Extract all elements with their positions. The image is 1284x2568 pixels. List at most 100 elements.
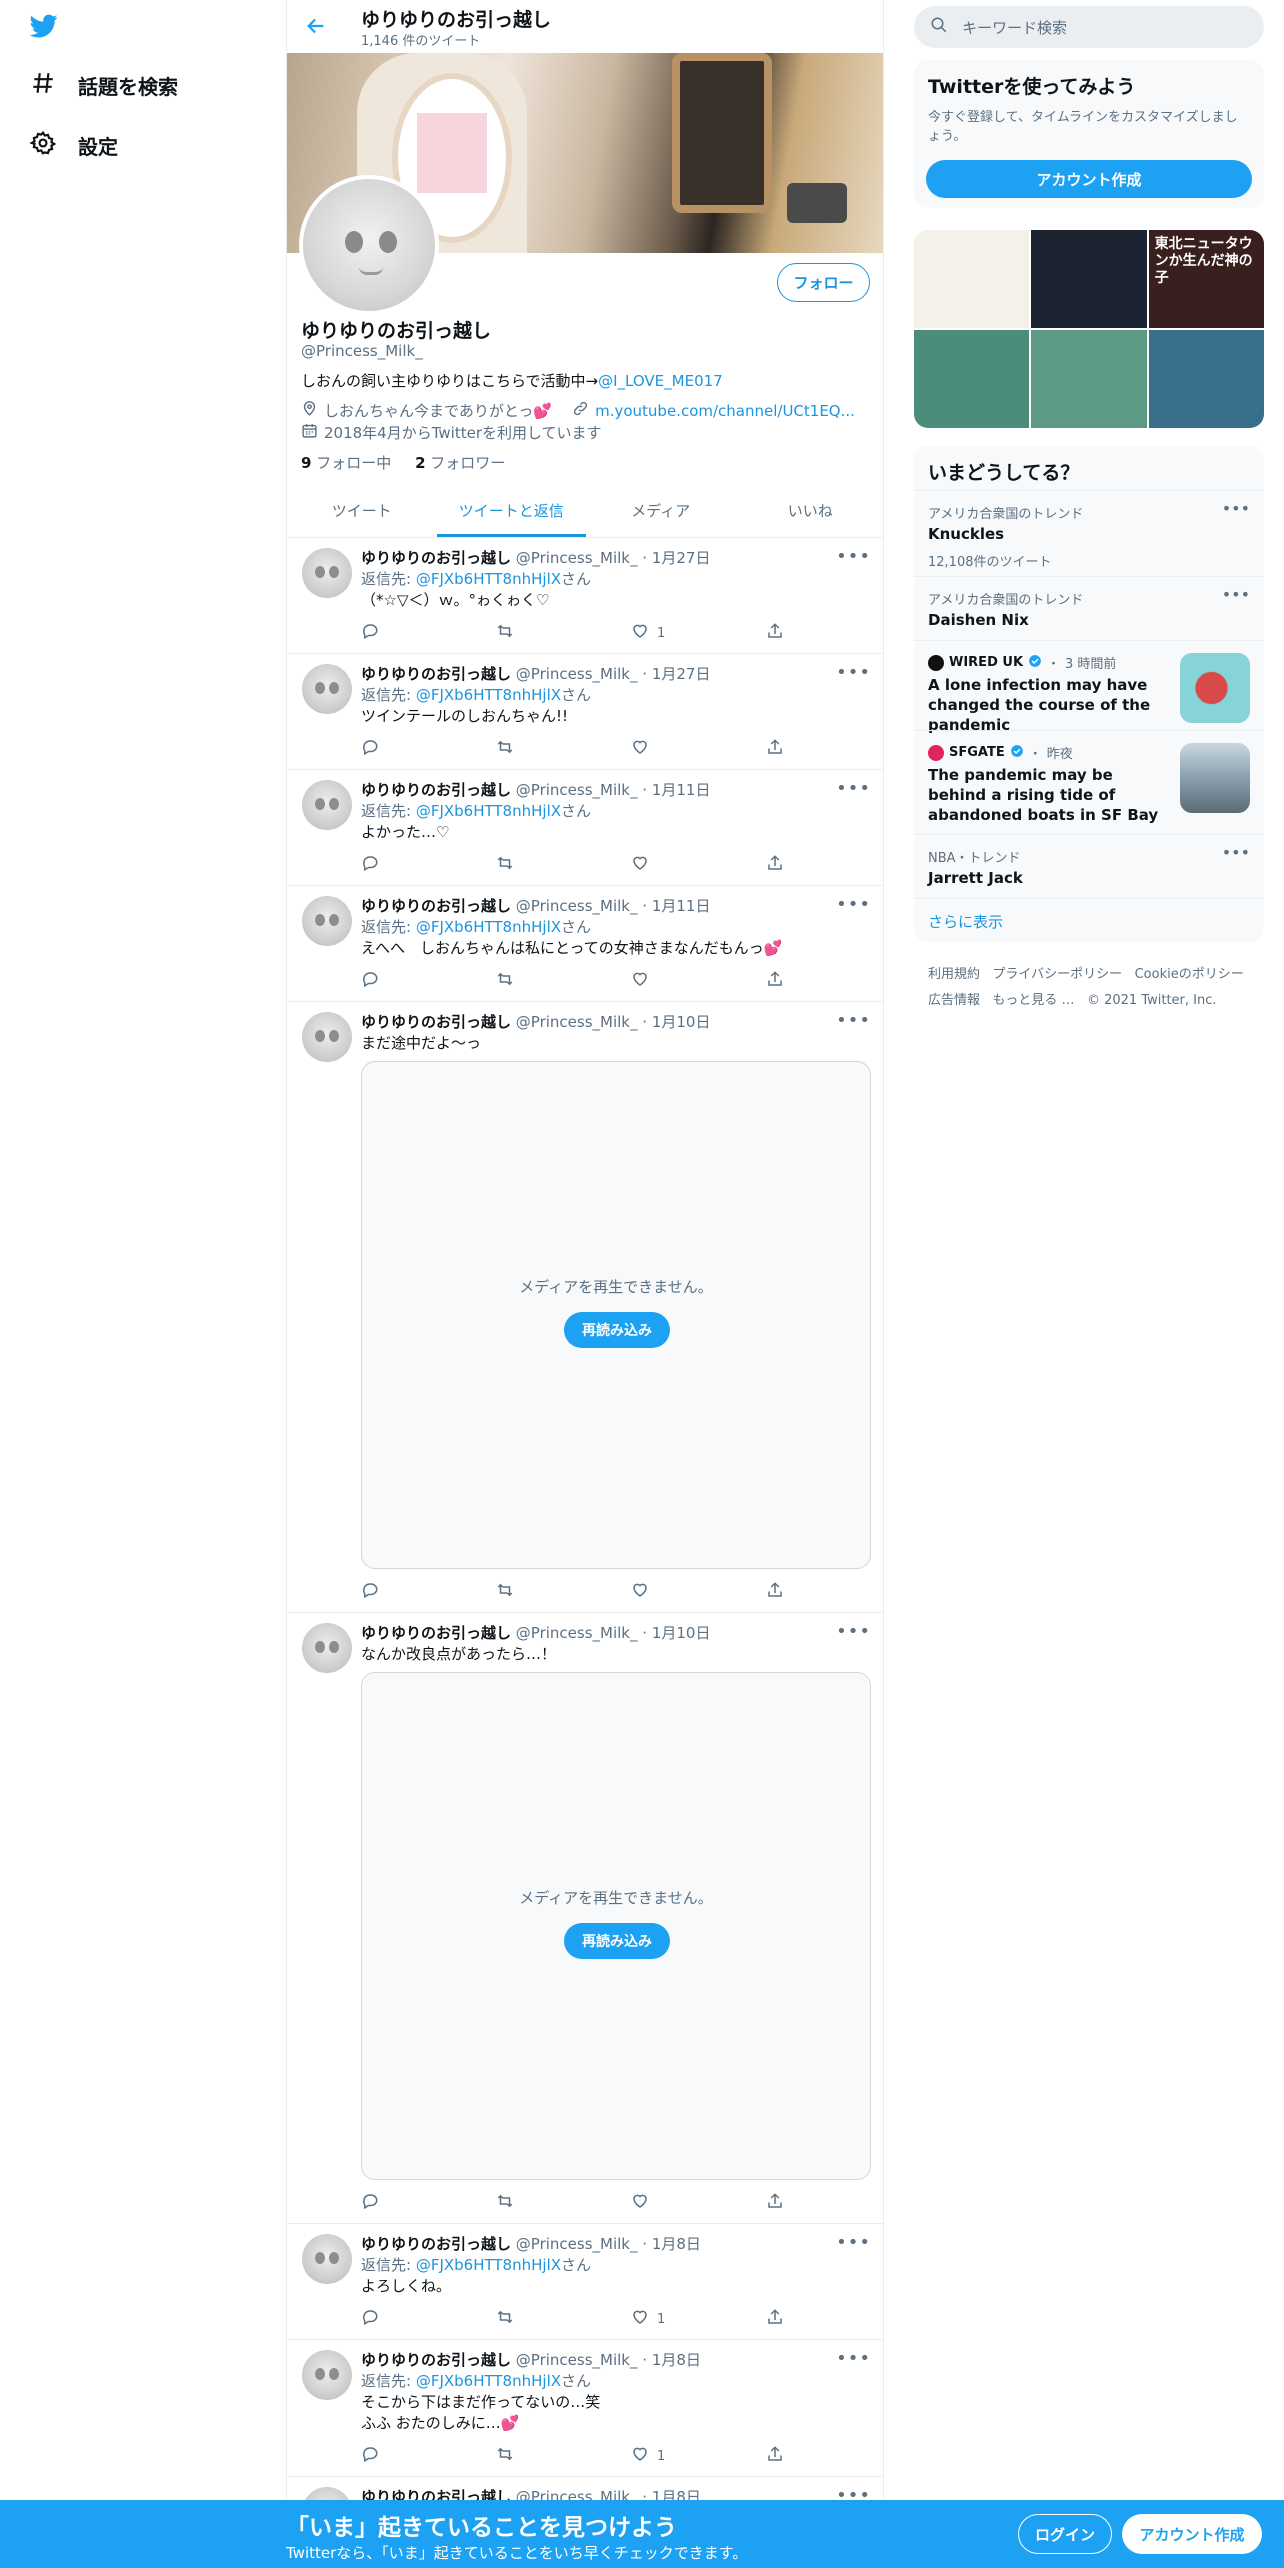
- news-thumbnail[interactable]: [1180, 653, 1250, 723]
- tweet[interactable]: ゆりゆりのお引っ越し @Princess_Milk_ · 1月27日 ••• 返信先…: [287, 538, 883, 654]
- reply-mention-link[interactable]: @FJXb6HTT8nhHjlX: [416, 918, 561, 936]
- more-icon[interactable]: •••: [836, 778, 871, 799]
- tab-media[interactable]: メディア: [586, 484, 736, 537]
- followers-link[interactable]: 2 フォロワー: [415, 454, 505, 472]
- tweet[interactable]: ゆりゆりのお引っ越し @Princess_Milk_ · 1月10日 ••• なんか…: [287, 1613, 883, 2224]
- retweet-button[interactable]: [496, 1581, 514, 1603]
- like-button[interactable]: [631, 738, 657, 760]
- more-icon[interactable]: •••: [836, 662, 871, 683]
- tweet-date[interactable]: 1月8日: [652, 2488, 701, 2500]
- reply-mention-link[interactable]: @FJXb6HTT8nhHjlX: [416, 802, 561, 820]
- trend-item[interactable]: アメリカ合衆国のトレンド Knuckles 12,108件のツイート •••: [914, 490, 1264, 576]
- tweet-date[interactable]: 1月27日: [652, 549, 711, 567]
- tweet-author-name[interactable]: ゆりゆりのお引っ越し: [361, 2235, 511, 2253]
- tweet-avatar[interactable]: [302, 780, 352, 830]
- search-input[interactable]: キーワード検索: [962, 17, 1067, 38]
- reply-button[interactable]: [361, 2445, 379, 2467]
- footer-link[interactable]: もっと見る …: [992, 993, 1074, 1008]
- more-icon[interactable]: •••: [836, 1621, 871, 1642]
- more-icon[interactable]: •••: [836, 894, 871, 915]
- tweet-avatar[interactable]: [302, 1623, 352, 1673]
- tweet-author-name[interactable]: ゆりゆりのお引っ越し: [361, 665, 511, 683]
- like-button[interactable]: 1: [631, 622, 665, 644]
- media-thumb[interactable]: 東北ニュータウンか生んだ神の子: [1148, 230, 1264, 328]
- media-thumb[interactable]: [1148, 330, 1264, 428]
- retweet-button[interactable]: [496, 738, 514, 760]
- reply-button[interactable]: [361, 738, 379, 760]
- tweet-date[interactable]: 1月10日: [652, 1624, 711, 1642]
- like-button[interactable]: 1: [631, 2308, 665, 2330]
- footer-link[interactable]: プライバシーポリシー: [992, 967, 1122, 982]
- tweet[interactable]: ゆりゆりのお引っ越し @Princess_Milk_ · 1月8日•••返信先:…: [287, 2477, 883, 2500]
- media-player[interactable]: メディアを再生できません。 再読み込み: [361, 1061, 871, 1569]
- reply-button[interactable]: [361, 622, 379, 644]
- share-button[interactable]: [766, 2192, 784, 2214]
- tweet-avatar[interactable]: [302, 2487, 352, 2500]
- retweet-button[interactable]: [496, 622, 514, 644]
- share-button[interactable]: [766, 2308, 784, 2330]
- retweet-button[interactable]: [496, 2192, 514, 2214]
- news-item[interactable]: SFGATE ・昨夜 The pandemic may be behind a …: [914, 730, 1264, 834]
- tweet-avatar[interactable]: [302, 548, 352, 598]
- share-button[interactable]: [766, 1581, 784, 1603]
- profile-website-link[interactable]: m.youtube.com/channel/UCt1EQ...: [595, 402, 855, 420]
- reply-mention-link[interactable]: @FJXb6HTT8nhHjlX: [416, 686, 561, 704]
- footer-link[interactable]: Cookieのポリシー: [1135, 967, 1244, 982]
- more-icon[interactable]: •••: [1222, 499, 1250, 518]
- search-box[interactable]: キーワード検索: [914, 6, 1264, 48]
- tweet-author-name[interactable]: ゆりゆりのお引っ越し: [361, 781, 511, 799]
- share-button[interactable]: [766, 2445, 784, 2467]
- tab-tweets[interactable]: ツイート: [287, 484, 437, 537]
- more-icon[interactable]: •••: [1222, 585, 1250, 604]
- media-thumb[interactable]: [1031, 330, 1147, 428]
- more-icon[interactable]: •••: [836, 1010, 871, 1031]
- media-player[interactable]: メディアを再生できません。 再読み込み: [361, 1672, 871, 2180]
- media-thumb[interactable]: [914, 330, 1030, 428]
- more-icon[interactable]: •••: [836, 2485, 871, 2500]
- news-thumbnail[interactable]: [1180, 743, 1250, 813]
- tweet[interactable]: ゆりゆりのお引っ越し @Princess_Milk_ · 1月8日•••返信先:…: [287, 2224, 883, 2340]
- tweet-author-name[interactable]: ゆりゆりのお引っ越し: [361, 549, 511, 567]
- trend-item[interactable]: NBA・トレンド Jarrett Jack •••: [914, 834, 1264, 898]
- show-more-row[interactable]: さらに表示: [914, 898, 1264, 942]
- retweet-button[interactable]: [496, 2308, 514, 2330]
- media-thumb[interactable]: [1031, 230, 1147, 328]
- signup-button[interactable]: アカウント作成: [1122, 2514, 1262, 2554]
- reply-button[interactable]: [361, 2192, 379, 2214]
- more-icon[interactable]: •••: [836, 546, 871, 567]
- more-icon[interactable]: •••: [836, 2348, 871, 2369]
- retweet-button[interactable]: [496, 2445, 514, 2467]
- share-button[interactable]: [766, 622, 784, 644]
- tweet-author-name[interactable]: ゆりゆりのお引っ越し: [361, 2351, 511, 2369]
- like-button[interactable]: [631, 2192, 657, 2214]
- tweet-avatar[interactable]: [302, 1012, 352, 1062]
- share-button[interactable]: [766, 970, 784, 992]
- nav-settings[interactable]: 設定: [29, 130, 118, 161]
- tweet-date[interactable]: 1月10日: [652, 1013, 711, 1031]
- more-icon[interactable]: •••: [836, 2232, 871, 2253]
- tweet-avatar[interactable]: [302, 664, 352, 714]
- tweet-author-name[interactable]: ゆりゆりのお引っ越し: [361, 2488, 511, 2500]
- like-button[interactable]: [631, 854, 657, 876]
- twitter-bird-icon[interactable]: [28, 12, 60, 44]
- tweet[interactable]: ゆりゆりのお引っ越し @Princess_Milk_ · 1月10日 ••• まだ途…: [287, 1002, 883, 1613]
- back-arrow-icon[interactable]: [305, 15, 327, 41]
- nav-explore[interactable]: 話題を検索: [30, 70, 178, 101]
- tab-likes[interactable]: いいね: [736, 484, 884, 537]
- tweet[interactable]: ゆりゆりのお引っ越し @Princess_Milk_ · 1月8日•••返信先:…: [287, 2340, 883, 2477]
- tweet-date[interactable]: 1月27日: [652, 665, 711, 683]
- share-button[interactable]: [766, 854, 784, 876]
- footer-link[interactable]: 広告情報: [928, 993, 980, 1008]
- reply-button[interactable]: [361, 970, 379, 992]
- reload-button[interactable]: 再読み込み: [564, 1923, 670, 1959]
- footer-link[interactable]: 利用規約: [928, 967, 980, 982]
- news-item[interactable]: WIRED UK ・ 3 時間前 A lone infection may hav…: [914, 640, 1264, 734]
- tweet-avatar[interactable]: [302, 2234, 352, 2284]
- tweet-date[interactable]: 1月11日: [652, 781, 711, 799]
- show-more-link[interactable]: さらに表示: [928, 911, 1003, 932]
- tweet[interactable]: ゆりゆりのお引っ越し @Princess_Milk_ · 1月11日 ••• 返信先…: [287, 886, 883, 1002]
- tweet[interactable]: ゆりゆりのお引っ越し @Princess_Milk_ · 1月11日 ••• 返信先…: [287, 770, 883, 886]
- tweet-author-name[interactable]: ゆりゆりのお引っ越し: [361, 1013, 511, 1031]
- login-button[interactable]: ログイン: [1018, 2514, 1112, 2554]
- more-icon[interactable]: •••: [1222, 843, 1250, 862]
